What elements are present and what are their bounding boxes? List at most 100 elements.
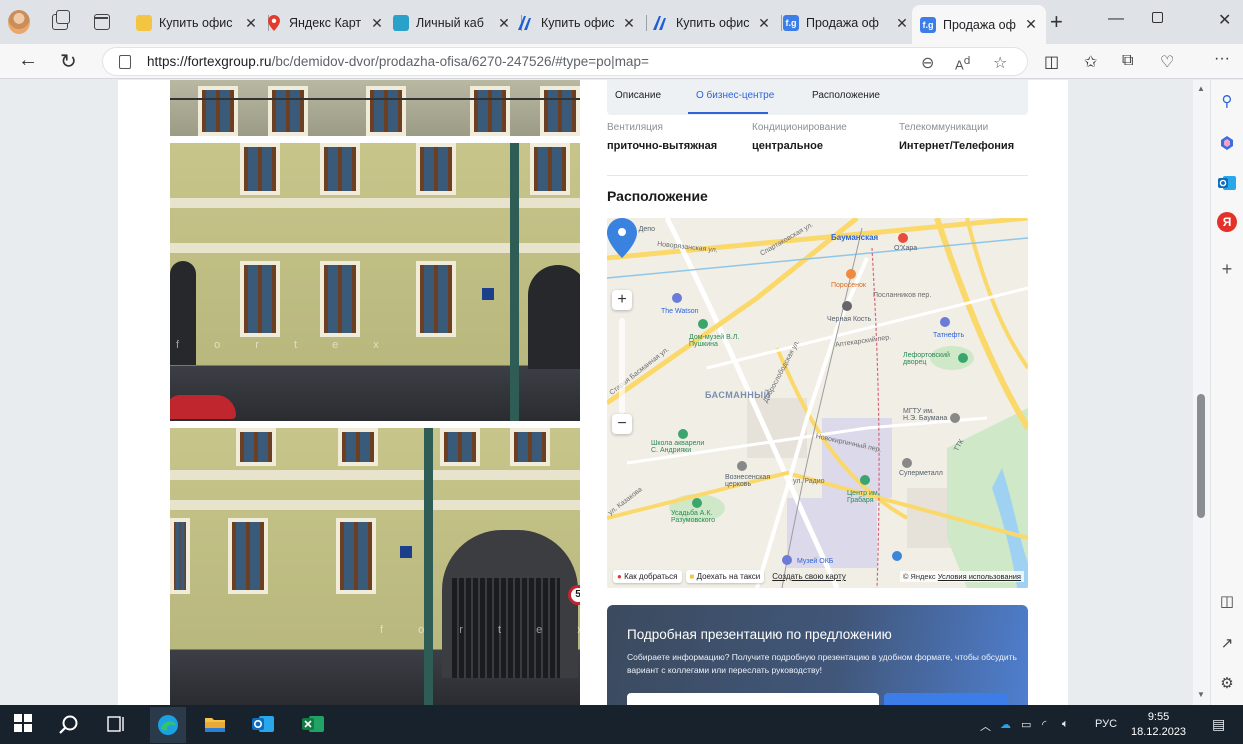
search-icon[interactable]: ⚲ bbox=[1216, 90, 1238, 112]
url-host: https://fortexgroup.ru bbox=[147, 54, 272, 69]
task-view-icon[interactable] bbox=[106, 714, 128, 736]
promo-contact-input[interactable] bbox=[627, 693, 879, 705]
active-tab-underline bbox=[688, 112, 768, 114]
map-taxi-button[interactable]: ■ Доехать на такси bbox=[685, 570, 765, 583]
map-zoom-slider[interactable] bbox=[619, 318, 625, 414]
scroll-up-arrow[interactable]: ▲ bbox=[1197, 84, 1205, 93]
back-button[interactable]: ← bbox=[18, 49, 38, 72]
map-route-button[interactable]: ● Как добраться bbox=[613, 570, 682, 583]
spec-key: Кондиционирование bbox=[752, 122, 847, 133]
tab-2[interactable]: Яндекс Карт ✕ bbox=[258, 8, 395, 38]
tab-location[interactable]: Расположение bbox=[812, 90, 880, 101]
tab-close-button[interactable]: ✕ bbox=[370, 15, 384, 32]
outlook-icon[interactable] bbox=[1216, 172, 1238, 194]
language-indicator[interactable]: РУС bbox=[1095, 718, 1117, 730]
map-label: Школа акварели С. Андрияки bbox=[651, 440, 705, 454]
url-text: https://fortexgroup.ru/bc/demidov-dvor/p… bbox=[147, 54, 649, 69]
site-info-icon[interactable] bbox=[119, 55, 131, 69]
sidebar-toggle-icon[interactable]: ◫ bbox=[1216, 590, 1238, 612]
map-label-district: БАСМАННЫЙ bbox=[705, 390, 771, 400]
settings-more-icon[interactable]: ··· bbox=[1214, 50, 1230, 68]
wifi-icon[interactable]: ◜ bbox=[1042, 718, 1046, 731]
read-aloud-icon[interactable]: Aⅾ bbox=[955, 54, 971, 72]
tab-actions-icon[interactable] bbox=[94, 14, 110, 30]
split-screen-icon[interactable]: ◫ bbox=[1044, 52, 1059, 72]
tab-4[interactable]: Купить офис ✕ bbox=[510, 8, 647, 38]
favorite-star-icon[interactable]: ☆ bbox=[993, 53, 1007, 73]
presentation-promo: Подробная презентацию по предложению Соб… bbox=[607, 605, 1028, 705]
collections-icon[interactable]: ⧉ bbox=[1122, 52, 1133, 70]
map-pin-icon: ● bbox=[617, 572, 622, 581]
tab-about-business-center[interactable]: О бизнес-центре bbox=[696, 90, 774, 101]
tab-6[interactable]: f.g Продажа оф ✕ bbox=[775, 8, 917, 38]
browser-essentials-icon[interactable]: ♡ bbox=[1160, 52, 1174, 72]
gear-icon[interactable]: ⚙ bbox=[1216, 672, 1238, 694]
spec-key: Телекоммуникации bbox=[899, 122, 989, 133]
map-location-pin-icon[interactable] bbox=[607, 218, 637, 258]
window-close-button[interactable]: ✕ bbox=[1218, 10, 1231, 30]
edge-taskbar-icon[interactable] bbox=[150, 707, 186, 743]
divider bbox=[607, 175, 1028, 176]
tab-close-button[interactable]: ✕ bbox=[497, 15, 511, 32]
volume-icon[interactable]: 🔈︎ bbox=[1062, 718, 1069, 731]
workspaces-icon[interactable] bbox=[52, 10, 70, 30]
map-terms-link[interactable]: Условия использования bbox=[938, 572, 1021, 581]
tab-close-button[interactable]: ✕ bbox=[622, 15, 636, 32]
battery-icon[interactable]: ▭ bbox=[1021, 718, 1031, 731]
favorites-icon[interactable]: ✩ bbox=[1084, 52, 1097, 72]
spec-telecom: Телекоммуникации Интернет/Телефония bbox=[899, 122, 1014, 152]
fortex-favicon: f.g bbox=[783, 15, 799, 31]
tab-close-button[interactable]: ✕ bbox=[244, 15, 258, 32]
tab-title: Личный каб bbox=[416, 16, 484, 30]
building-photo-3[interactable]: 5 f o r t e x bbox=[170, 428, 580, 705]
building-photo-2[interactable]: f o r t e x bbox=[170, 143, 580, 421]
minimize-button[interactable]: — bbox=[1108, 10, 1124, 28]
map-zoom-out-button[interactable]: − bbox=[612, 414, 632, 434]
tab-3[interactable]: Личный каб ✕ bbox=[385, 8, 522, 38]
scroll-down-arrow[interactable]: ▼ bbox=[1197, 690, 1205, 699]
page-scrollbar[interactable]: ▲ ▼ bbox=[1193, 80, 1210, 705]
address-bar[interactable]: https://fortexgroup.ru/bc/demidov-dvor/p… bbox=[102, 47, 1028, 76]
show-hidden-icons-icon[interactable]: ︿ bbox=[980, 718, 991, 734]
onedrive-icon[interactable]: ☁ bbox=[1000, 718, 1011, 731]
tab-close-button[interactable]: ✕ bbox=[895, 15, 909, 32]
fortex-logo-icon bbox=[518, 15, 534, 31]
map-route-label: Как добраться bbox=[624, 572, 678, 581]
map-zoom-in-button[interactable]: + bbox=[612, 290, 632, 310]
tab-description[interactable]: Описание bbox=[615, 90, 661, 101]
promo-submit-button[interactable] bbox=[884, 693, 1008, 705]
windows-start-icon[interactable] bbox=[14, 714, 36, 736]
notifications-icon[interactable]: ▤ bbox=[1212, 716, 1225, 733]
open-external-icon[interactable]: ↗ bbox=[1216, 632, 1238, 654]
map-label: Суперметалл bbox=[899, 470, 943, 477]
map-pin-icon bbox=[266, 15, 282, 31]
system-clock[interactable]: 9:55 18.12.2023 bbox=[1131, 710, 1186, 740]
building-photo-1[interactable] bbox=[170, 80, 580, 136]
map-label: The Watson bbox=[661, 308, 699, 315]
file-explorer-icon[interactable] bbox=[204, 714, 226, 736]
excel-taskbar-icon[interactable] bbox=[302, 714, 324, 736]
outlook-taskbar-icon[interactable] bbox=[252, 714, 274, 736]
tab-1[interactable]: Купить офис ✕ bbox=[128, 8, 269, 38]
tab-5[interactable]: Купить офис ✕ bbox=[645, 8, 782, 38]
tab-close-button[interactable]: ✕ bbox=[757, 15, 771, 32]
refresh-button[interactable]: ↻ bbox=[60, 49, 77, 74]
maximize-button[interactable] bbox=[1152, 12, 1163, 23]
scrollbar-thumb[interactable] bbox=[1197, 394, 1205, 518]
map-create-link[interactable]: Создать свою карту bbox=[768, 570, 850, 583]
yandex-map[interactable]: вокзала, Депо Бауманская О'Хара Новоряза… bbox=[607, 218, 1028, 588]
map-label: МГТУ им. Н.Э. Баумана bbox=[903, 408, 948, 422]
yandex-icon[interactable]: Я bbox=[1217, 212, 1237, 232]
copilot-icon[interactable] bbox=[1216, 132, 1238, 154]
add-icon[interactable]: + bbox=[1216, 258, 1238, 280]
map-label: О'Хара bbox=[894, 245, 918, 252]
tab-favicon bbox=[393, 15, 409, 31]
profile-avatar[interactable] bbox=[8, 10, 30, 34]
search-icon[interactable] bbox=[58, 714, 80, 736]
tab-active[interactable]: f.g Продажа оф ✕ bbox=[912, 5, 1046, 44]
tab-title: Купить офис bbox=[541, 16, 615, 30]
new-tab-button[interactable]: + bbox=[1050, 9, 1063, 35]
tab-close-button[interactable]: ✕ bbox=[1024, 16, 1038, 33]
zoom-icon[interactable]: ⊖ bbox=[921, 53, 934, 73]
page-content: f o r t e x 5 f o r t e x Описание О биз… bbox=[118, 80, 1068, 705]
